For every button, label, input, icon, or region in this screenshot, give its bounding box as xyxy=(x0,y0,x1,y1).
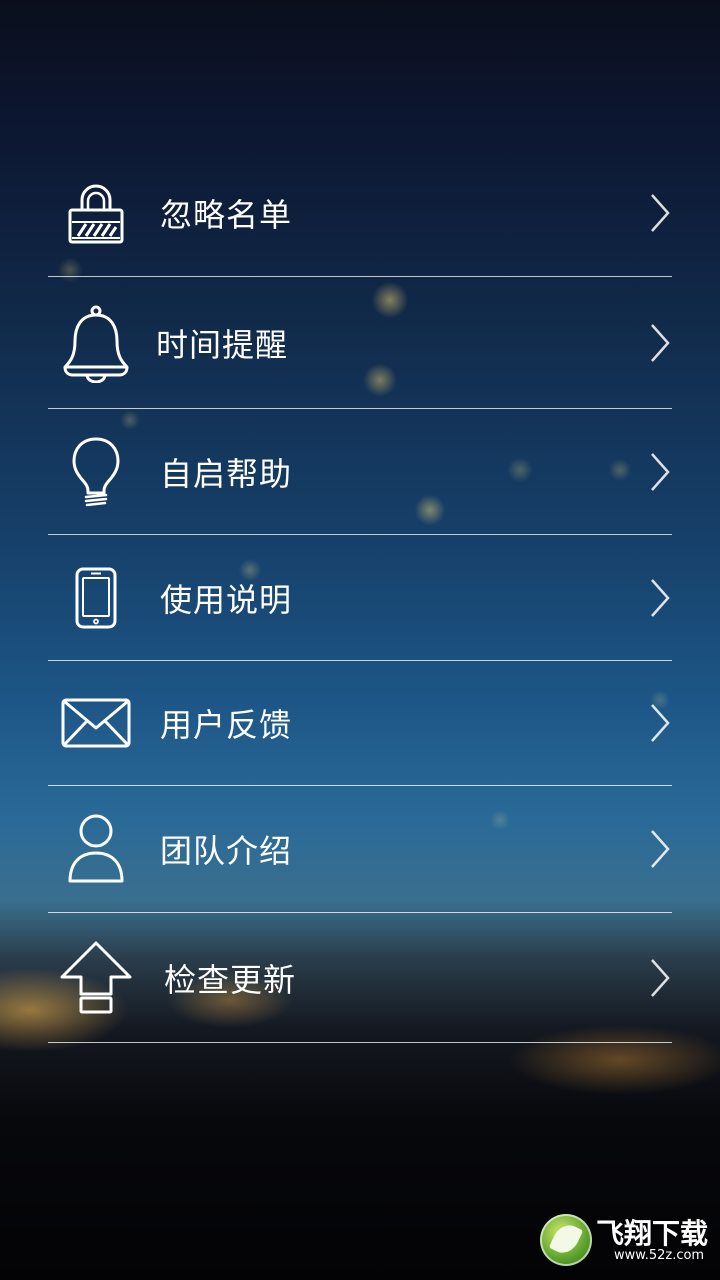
chevron-right-icon xyxy=(651,830,670,868)
bell-icon xyxy=(48,277,144,408)
menu-item-instructions[interactable]: 使用说明 xyxy=(48,535,672,661)
lock-icon xyxy=(48,150,144,276)
settings-menu: 忽略名单 时间提醒 自启帮助 使用说明 用户反馈 团队介绍 检查更新 xyxy=(48,150,672,1043)
menu-item-label: 使用说明 xyxy=(160,580,293,619)
menu-item-label: 团队介绍 xyxy=(160,832,293,870)
envelope-icon xyxy=(48,661,144,785)
watermark: 飞翔下载 www.52z.com xyxy=(540,1208,710,1272)
menu-item-time-reminder[interactable]: 时间提醒 xyxy=(48,277,672,409)
menu-item-label: 检查更新 xyxy=(164,960,297,999)
user-icon xyxy=(48,786,144,912)
menu-item-feedback[interactable]: 用户反馈 xyxy=(48,661,672,786)
menu-item-ignore-list[interactable]: 忽略名单 xyxy=(48,150,672,277)
lightbulb-icon xyxy=(48,409,144,534)
menu-item-label: 用户反馈 xyxy=(160,706,293,744)
menu-item-autostart-help[interactable]: 自启帮助 xyxy=(48,409,672,535)
menu-item-label: 时间提醒 xyxy=(156,325,289,364)
chevron-right-icon xyxy=(651,194,670,232)
chevron-right-icon xyxy=(651,452,670,491)
menu-item-check-update[interactable]: 检查更新 xyxy=(48,913,672,1043)
chevron-right-icon xyxy=(651,323,670,362)
chevron-right-icon xyxy=(651,704,670,742)
leaf-logo-icon xyxy=(540,1214,592,1266)
chevron-right-icon xyxy=(651,578,670,617)
menu-item-team-intro[interactable]: 团队介绍 xyxy=(48,786,672,913)
watermark-title: 飞翔下载 xyxy=(596,1217,709,1250)
upload-arrow-icon xyxy=(48,913,144,1042)
watermark-url: www.52z.com xyxy=(614,1248,705,1263)
chevron-right-icon xyxy=(651,958,670,997)
menu-item-label: 忽略名单 xyxy=(160,196,293,234)
smartphone-icon xyxy=(48,535,144,660)
menu-item-label: 自启帮助 xyxy=(160,454,293,493)
